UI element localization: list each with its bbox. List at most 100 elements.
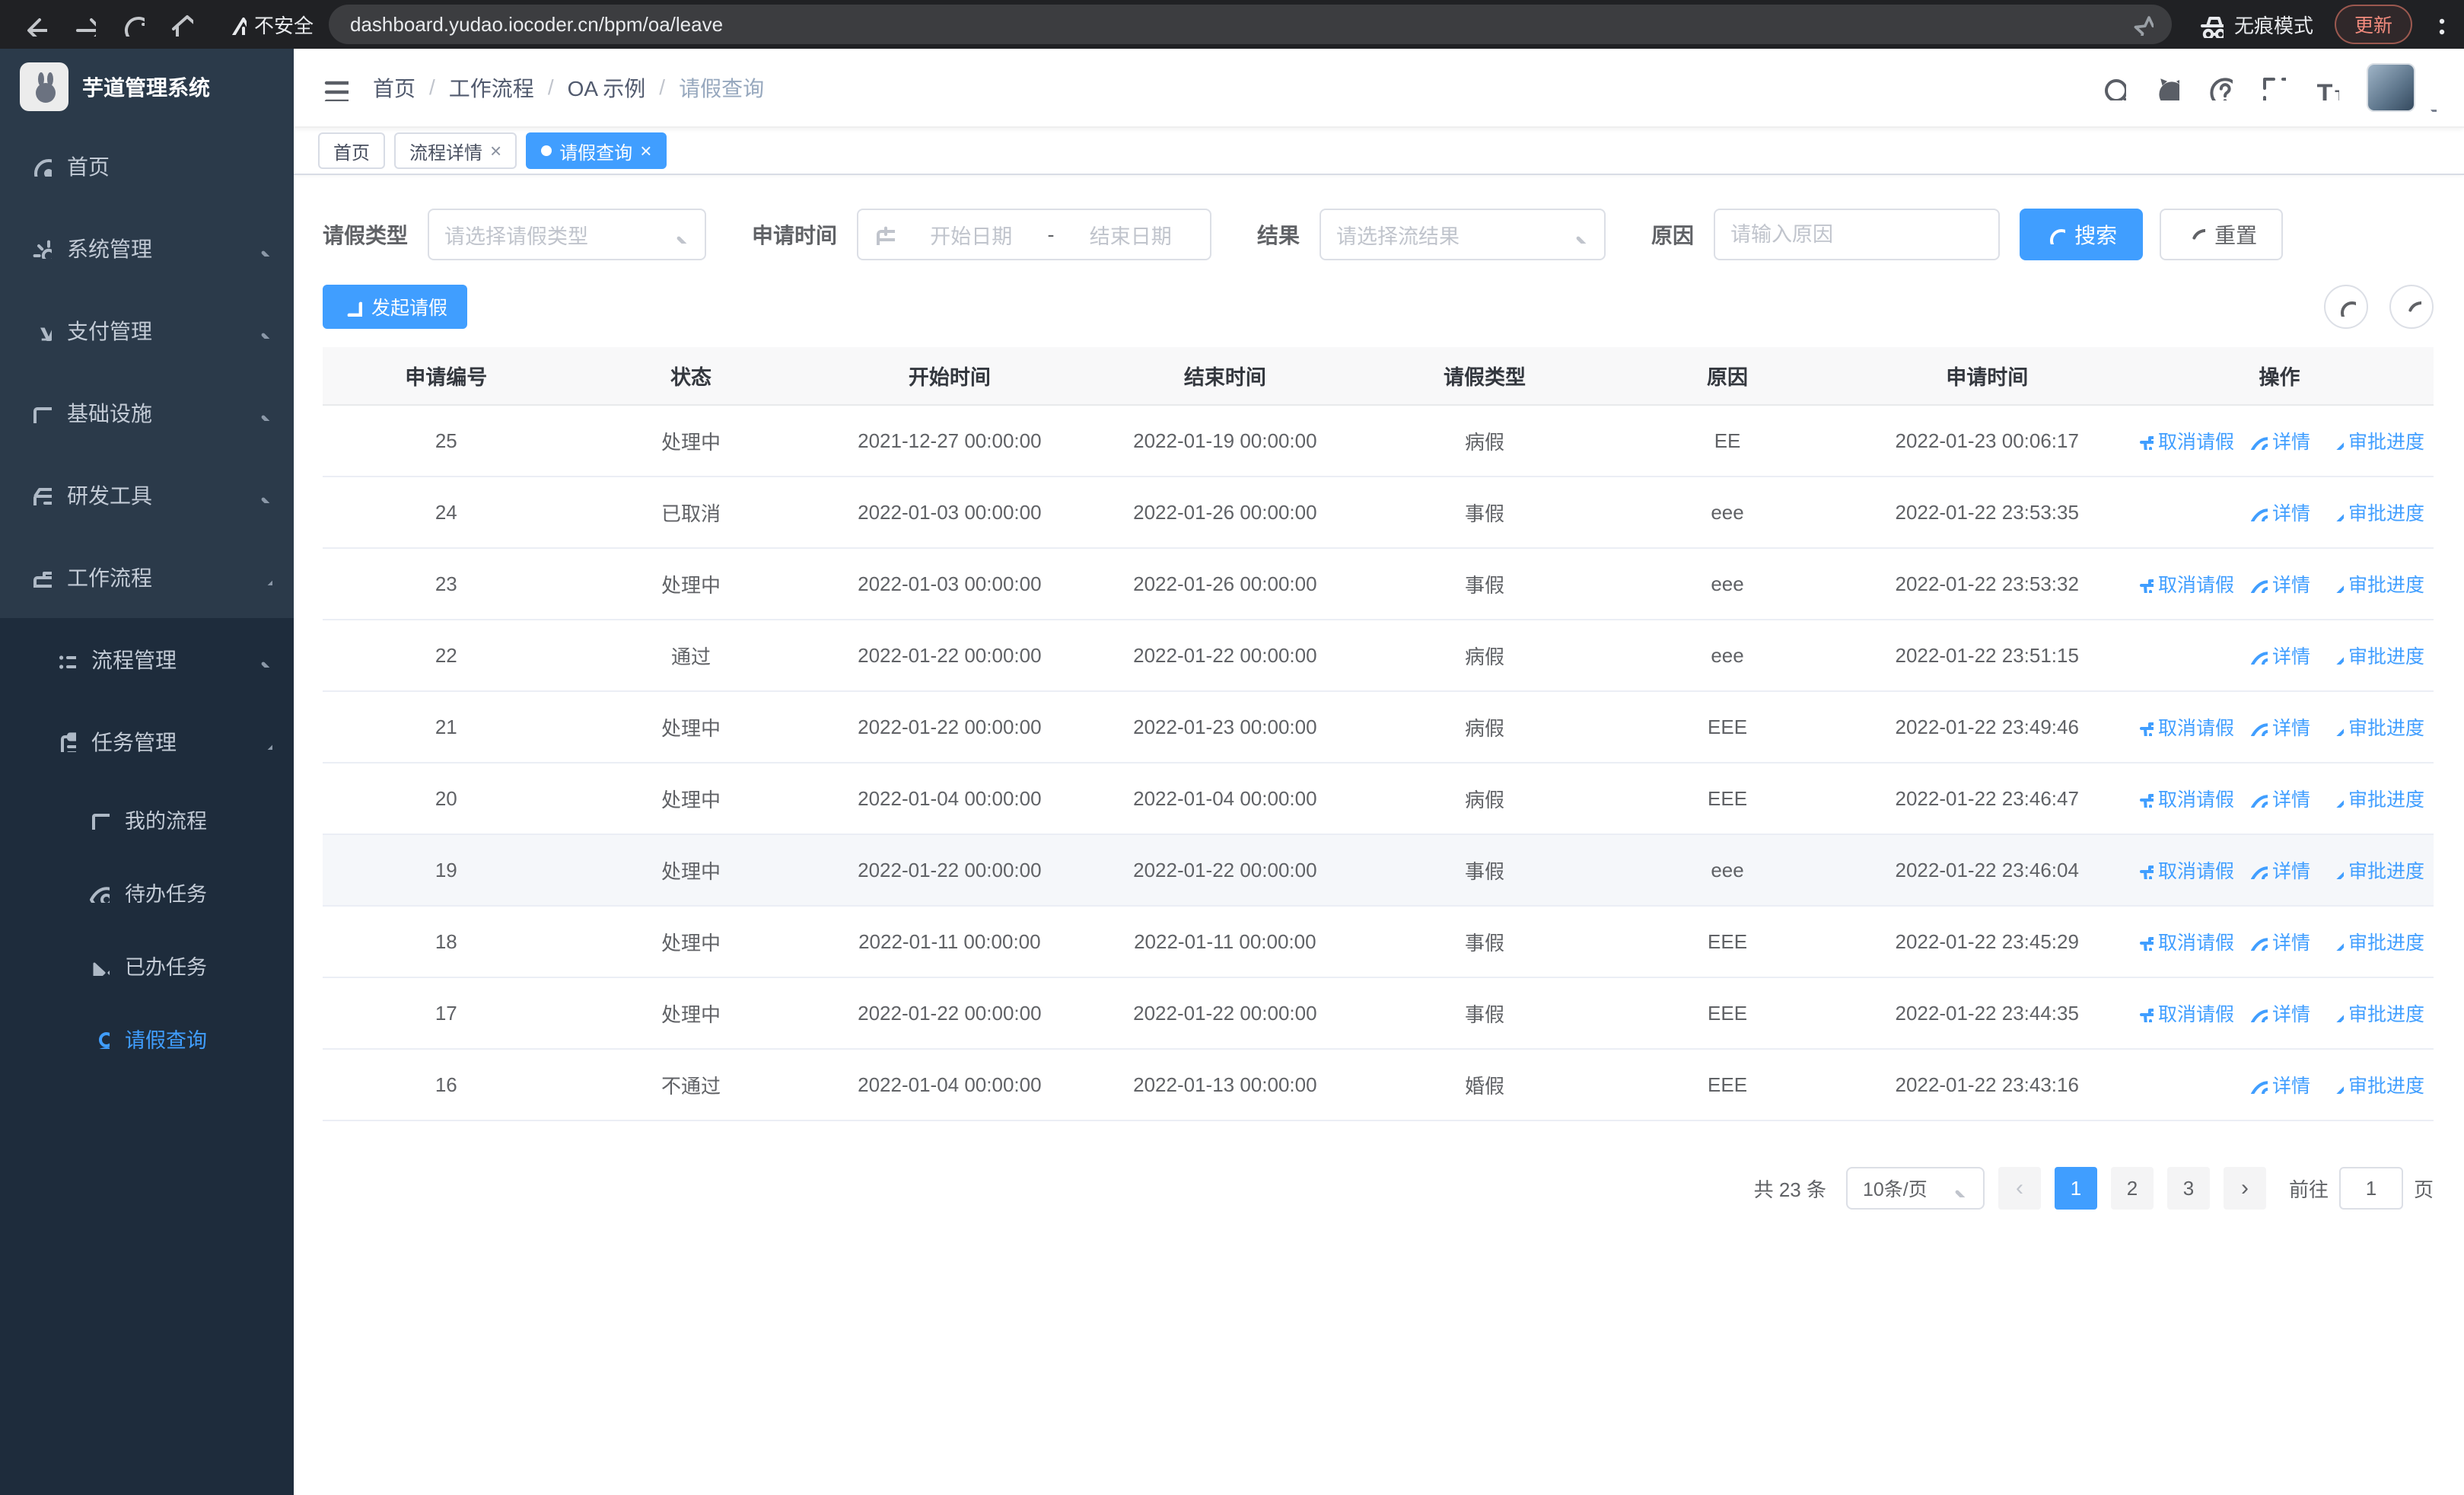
user-menu[interactable]	[2367, 63, 2437, 112]
end-date-placeholder[interactable]: 结束日期	[1067, 220, 1195, 250]
detail-link[interactable]: 详情	[2249, 928, 2310, 955]
detail-link[interactable]: 详情	[2249, 427, 2310, 454]
tab-process-detail[interactable]: 流程详情 ×	[394, 132, 517, 169]
approval-progress-link[interactable]: 审批进度	[2326, 928, 2424, 955]
cell-apply-id: 21	[323, 691, 570, 763]
eye-icon	[2250, 580, 2268, 593]
fullscreen-button[interactable]	[2260, 75, 2286, 100]
sidebar-item-done-tasks[interactable]: 已办任务	[0, 929, 294, 1002]
approval-progress-link[interactable]: 审批进度	[2326, 999, 2424, 1027]
cancel-leave-link[interactable]: 取消请假	[2135, 928, 2234, 955]
col-reason: 原因	[1606, 347, 1849, 406]
cell-start-time: 2022-01-22 00:00:00	[812, 834, 1087, 907]
approval-progress-link[interactable]: 审批进度	[2326, 642, 2424, 669]
detail-link[interactable]: 详情	[2249, 713, 2310, 741]
table-refresh-button[interactable]	[2389, 285, 2434, 329]
breadcrumb-home[interactable]: 首页	[373, 72, 415, 103]
result-select[interactable]: 请选择流结果	[1320, 209, 1606, 260]
cancel-leave-link[interactable]: 取消请假	[2135, 570, 2234, 598]
detail-link[interactable]: 详情	[2249, 999, 2310, 1027]
sidebar-item-devtools[interactable]: 研发工具	[0, 454, 294, 536]
detail-link[interactable]: 详情	[2249, 570, 2310, 598]
sidebar-item-system[interactable]: 系统管理	[0, 207, 294, 289]
cancel-leave-link[interactable]: 取消请假	[2135, 713, 2234, 741]
approval-progress-link[interactable]: 审批进度	[2326, 1071, 2424, 1098]
sidebar-item-process-mgmt[interactable]: 流程管理	[0, 618, 294, 700]
next-page-button[interactable]: ›	[2223, 1167, 2266, 1210]
approval-progress-link[interactable]: 审批进度	[2326, 856, 2424, 884]
cell-end-time: 2022-01-13 00:00:00	[1087, 1049, 1364, 1121]
sidebar-item-leave-query[interactable]: 请假查询	[0, 1002, 294, 1075]
security-indicator[interactable]: 不安全	[225, 11, 314, 39]
sidebar-item-workflow[interactable]: 工作流程	[0, 536, 294, 618]
search-button-form[interactable]: 搜索	[2020, 209, 2144, 260]
approval-progress-link[interactable]: 审批进度	[2326, 713, 2424, 741]
leave-type-select[interactable]: 请选择请假类型	[428, 209, 707, 260]
fullscreen-icon	[2263, 78, 2286, 100]
sidebar-item-infrastructure[interactable]: 基础设施	[0, 371, 294, 454]
browser-reload-button[interactable]	[113, 5, 152, 44]
approval-progress-link[interactable]: 审批进度	[2326, 570, 2424, 598]
sidebar-item-todo-tasks[interactable]: 待办任务	[0, 856, 294, 929]
detail-link[interactable]: 详情	[2249, 642, 2310, 669]
cancel-leave-link[interactable]: 取消请假	[2135, 856, 2234, 884]
cell-start-time: 2022-01-04 00:00:00	[812, 763, 1087, 835]
font-size-button[interactable]	[2313, 75, 2339, 100]
cell-apply-time: 2022-01-23 00:06:17	[1848, 405, 2125, 477]
detail-link[interactable]: 详情	[2249, 856, 2310, 884]
address-bar[interactable]: dashboard.yudao.iocoder.cn/bpm/oa/leave	[329, 5, 2172, 44]
breadcrumb-oa-example[interactable]: OA 示例	[568, 72, 646, 103]
chevron-icon	[256, 322, 272, 339]
close-icon[interactable]: ×	[640, 141, 651, 161]
cancel-leave-link[interactable]: 取消请假	[2135, 999, 2234, 1027]
sidebar-item-my-process[interactable]: 我的流程	[0, 783, 294, 856]
detail-link[interactable]: 详情	[2249, 499, 2310, 526]
breadcrumb-workflow[interactable]: 工作流程	[449, 72, 534, 103]
user-avatar[interactable]	[2367, 63, 2415, 112]
tab-home[interactable]: 首页	[318, 132, 385, 169]
eye-icon	[2250, 1081, 2268, 1094]
browser-menu-button[interactable]	[2421, 12, 2449, 37]
search-button[interactable]	[2100, 75, 2126, 100]
cell-reason: EEE	[1606, 906, 1849, 978]
browser-forward-button[interactable]	[64, 5, 103, 44]
goto-page-input[interactable]	[2338, 1167, 2403, 1210]
browser-home-button[interactable]	[161, 5, 201, 44]
help-button[interactable]	[2207, 75, 2233, 100]
browser-update-button[interactable]: 更新	[2334, 5, 2412, 44]
github-button[interactable]	[2154, 75, 2179, 100]
sidebar-item-task-mgmt[interactable]: 任务管理	[0, 700, 294, 783]
cell-leave-type: 事假	[1363, 906, 1606, 978]
logo-area[interactable]: 芋道管理系统	[0, 49, 294, 125]
cancel-leave-link[interactable]: 取消请假	[2135, 427, 2234, 454]
toggle-search-button[interactable]	[2324, 285, 2368, 329]
page-number-button[interactable]: 2	[2110, 1167, 2154, 1210]
incognito-indicator: 无痕模式	[2196, 11, 2313, 39]
page-number-button[interactable]: 3	[2166, 1167, 2210, 1210]
url-text[interactable]: dashboard.yudao.iocoder.cn/bpm/oa/leave	[350, 13, 2131, 37]
create-leave-button[interactable]: 发起请假	[323, 285, 468, 329]
approval-progress-link[interactable]: 审批进度	[2326, 499, 2424, 526]
reset-button[interactable]: 重置	[2160, 209, 2284, 260]
start-date-placeholder[interactable]: 开始日期	[907, 220, 1036, 250]
reason-input[interactable]	[1730, 222, 1984, 247]
apply-time-range-picker[interactable]: 开始日期 - 结束日期	[857, 209, 1212, 260]
browser-back-button[interactable]	[15, 5, 55, 44]
approval-progress-link[interactable]: 审批进度	[2326, 785, 2424, 812]
close-icon[interactable]: ×	[490, 141, 501, 161]
sidebar-collapse-button[interactable]	[321, 74, 349, 101]
browser-chrome: 不安全 dashboard.yudao.iocoder.cn/bpm/oa/le…	[0, 0, 2464, 49]
detail-link[interactable]: 详情	[2249, 785, 2310, 812]
tab-leave-query[interactable]: 请假查询 ×	[526, 132, 667, 169]
sidebar-item-home[interactable]: 首页	[0, 125, 294, 207]
page-number-button[interactable]: 1	[2054, 1167, 2097, 1210]
approval-progress-link[interactable]: 审批进度	[2326, 427, 2424, 454]
detail-link[interactable]: 详情	[2249, 1071, 2310, 1098]
trash-icon	[2139, 1009, 2154, 1022]
cell-reason: EEE	[1606, 1049, 1849, 1121]
prev-page-button[interactable]: ‹	[1998, 1167, 2041, 1210]
bookmark-star-icon[interactable]	[2131, 13, 2154, 36]
page-size-select[interactable]: 10条/页	[1845, 1167, 1985, 1210]
cancel-leave-link[interactable]: 取消请假	[2135, 785, 2234, 812]
sidebar-item-payment[interactable]: 支付管理	[0, 289, 294, 371]
